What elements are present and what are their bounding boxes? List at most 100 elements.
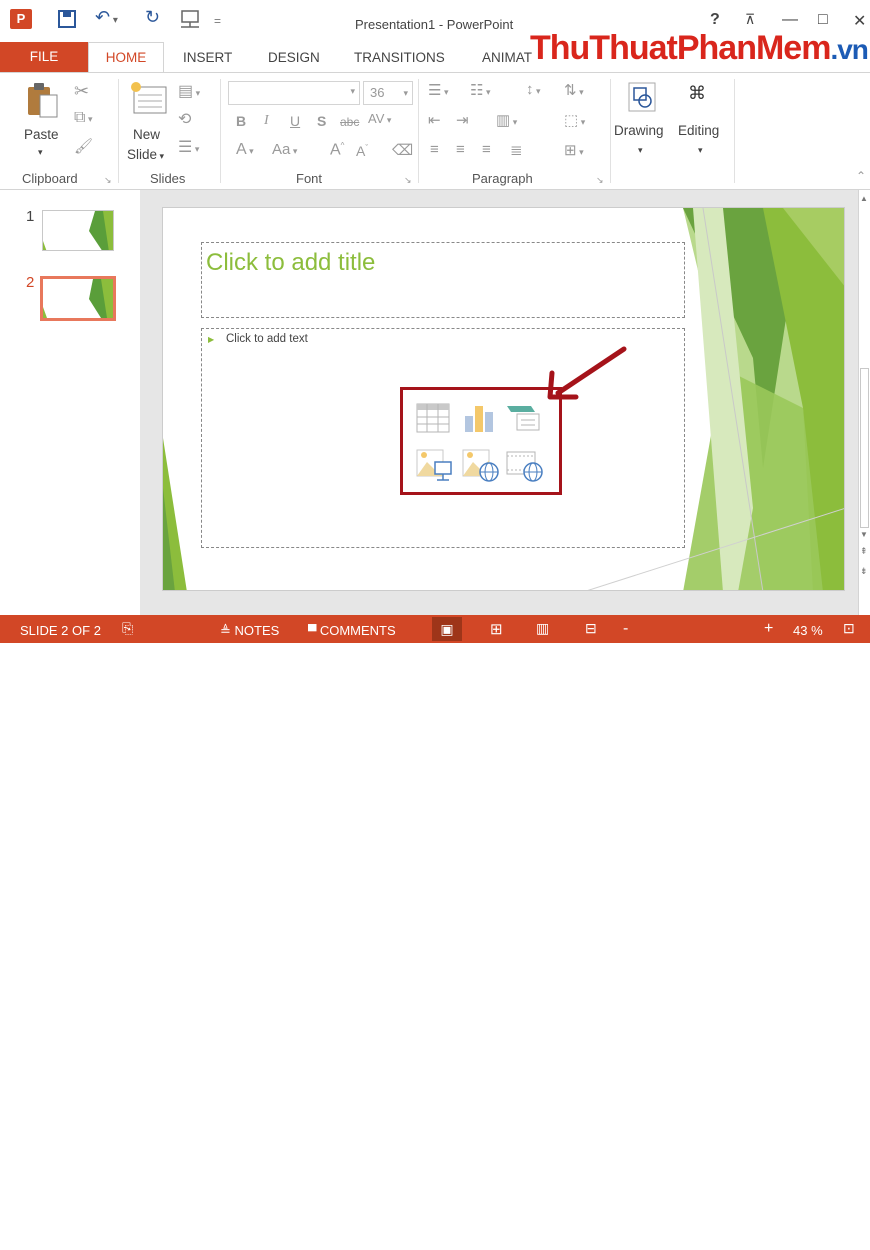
reading-view-icon[interactable]: ▥ bbox=[536, 620, 549, 637]
clear-formatting-icon[interactable]: ⌫ bbox=[392, 141, 413, 159]
window-title: Presentation1 - PowerPoint bbox=[355, 17, 514, 32]
new-slide-icon[interactable] bbox=[128, 81, 168, 120]
numbering-icon[interactable]: ☷ ▾ bbox=[470, 81, 490, 99]
highlight-box bbox=[400, 387, 562, 495]
tab-transitions[interactable]: TRANSITIONS bbox=[354, 50, 445, 65]
prev-slide-icon[interactable]: ⇞ bbox=[860, 546, 868, 557]
paragraph-launcher-icon[interactable]: ↘ bbox=[596, 175, 604, 186]
underline-button[interactable]: U bbox=[290, 113, 300, 129]
maximize-button[interactable]: □ bbox=[818, 11, 828, 29]
drawing-shapes-icon[interactable] bbox=[627, 81, 657, 116]
slide-thumbnail-pane: 1 2 bbox=[0, 190, 140, 615]
smartart-icon[interactable]: ⊞ ▾ bbox=[564, 141, 584, 159]
font-name-box[interactable]: ▾ bbox=[228, 81, 360, 105]
thumb-number-2: 2 bbox=[26, 274, 35, 291]
layout-icon[interactable]: ▤ ▾ bbox=[178, 81, 200, 101]
decrease-indent-icon[interactable]: ⇤ bbox=[428, 111, 441, 129]
font-color-button[interactable]: A ▾ bbox=[236, 141, 254, 159]
copy-icon[interactable]: ⧉ ▾ bbox=[74, 109, 92, 127]
zoom-slider[interactable] bbox=[636, 1243, 760, 1244]
insert-table-icon[interactable] bbox=[415, 400, 451, 436]
line-spacing-icon[interactable]: ↕ ▾ bbox=[526, 81, 541, 98]
scroll-thumb[interactable] bbox=[860, 368, 869, 528]
text-direction-icon[interactable]: ⇅ ▾ bbox=[564, 81, 584, 99]
align-left-icon[interactable]: ≡ bbox=[430, 141, 439, 158]
drawing-dropdown-icon[interactable]: ▾ bbox=[638, 145, 643, 156]
scroll-up-icon[interactable]: ▲ bbox=[860, 194, 868, 203]
title-placeholder[interactable]: Click to add title bbox=[201, 242, 685, 318]
paste-dropdown-icon[interactable]: ▾ bbox=[38, 147, 43, 158]
insert-chart-icon[interactable] bbox=[461, 400, 497, 436]
slide-thumbnail-2[interactable] bbox=[40, 276, 116, 321]
drawing-button[interactable]: Drawing bbox=[614, 123, 664, 138]
italic-button[interactable]: I bbox=[264, 113, 269, 129]
editing-dropdown-icon[interactable]: ▾ bbox=[698, 145, 703, 156]
ribbon-display-button[interactable]: ⊼ bbox=[745, 11, 755, 28]
justify-icon[interactable]: ≣ bbox=[510, 141, 523, 159]
insert-online-picture-icon[interactable] bbox=[461, 446, 499, 482]
help-button[interactable]: ? bbox=[710, 11, 720, 29]
zoom-out-button[interactable]: - bbox=[623, 620, 628, 638]
paste-icon[interactable] bbox=[26, 81, 60, 122]
save-icon[interactable] bbox=[58, 10, 76, 33]
slide-thumbnail-1[interactable] bbox=[42, 210, 114, 251]
reset-icon[interactable]: ⟲ bbox=[178, 109, 191, 129]
comments-button[interactable]: ▀ COMMENTS bbox=[308, 623, 396, 638]
vertical-scrollbar[interactable]: ▲ ▼ ⇞ ⇟ bbox=[858, 190, 870, 615]
font-group-label: Font bbox=[296, 171, 323, 186]
next-slide-icon[interactable]: ⇟ bbox=[860, 566, 868, 577]
collapse-ribbon-icon[interactable]: ⌃ bbox=[856, 169, 866, 183]
repeat-icon[interactable]: ↻ bbox=[145, 7, 160, 28]
align-center-icon[interactable]: ≡ bbox=[456, 141, 465, 158]
tab-file[interactable]: FILE bbox=[0, 42, 88, 72]
notes-button[interactable]: ≜ NOTES bbox=[220, 623, 279, 639]
format-painter-icon[interactable]: 🖌 bbox=[74, 137, 93, 155]
tab-animations[interactable]: ANIMAT bbox=[482, 50, 532, 65]
spell-check-icon[interactable]: ⎘ bbox=[122, 620, 133, 637]
align-text-icon[interactable]: ⬚ ▾ bbox=[564, 111, 585, 129]
shadow-button[interactable]: S bbox=[317, 113, 326, 129]
clipboard-launcher-icon[interactable]: ↘ bbox=[104, 175, 112, 186]
font-size-box[interactable]: 36 ▾ bbox=[363, 81, 413, 105]
tab-insert[interactable]: INSERT bbox=[183, 50, 232, 65]
minimize-button[interactable]: — bbox=[782, 11, 798, 29]
insert-video-icon[interactable] bbox=[505, 446, 543, 482]
bullets-icon[interactable]: ☰ ▾ bbox=[428, 81, 448, 99]
grow-font-button[interactable]: A^ bbox=[330, 141, 344, 159]
powerpoint-app-icon[interactable]: P bbox=[10, 9, 32, 29]
increase-indent-icon[interactable]: ⇥ bbox=[456, 111, 469, 129]
font-launcher-icon[interactable]: ↘ bbox=[404, 175, 412, 186]
editing-button[interactable]: Editing bbox=[678, 123, 719, 138]
insert-smartart-icon[interactable] bbox=[505, 400, 541, 436]
zoom-in-button[interactable]: + bbox=[764, 620, 773, 638]
qat-customize[interactable]: = bbox=[214, 14, 221, 28]
new-slide-dropdown[interactable]: Slide ▾ bbox=[127, 147, 164, 162]
watermark-logo: ThuThuatPhanMem.vn bbox=[530, 29, 869, 67]
zoom-level[interactable]: 43 % bbox=[793, 623, 823, 638]
normal-view-icon[interactable]: ▣ bbox=[432, 617, 462, 641]
strikethrough-button[interactable]: abc bbox=[340, 115, 359, 129]
slide-sorter-icon[interactable]: ⊞ bbox=[490, 620, 503, 638]
columns-icon[interactable]: ▥ ▾ bbox=[496, 111, 517, 129]
align-right-icon[interactable]: ≡ bbox=[482, 141, 491, 158]
scroll-down-icon[interactable]: ▼ bbox=[860, 530, 868, 539]
zoom-slider-thumb[interactable] bbox=[658, 1236, 662, 1250]
fit-to-window-icon[interactable]: ⊡ bbox=[843, 620, 855, 637]
char-spacing-button[interactable]: AV ▾ bbox=[368, 111, 391, 126]
undo-icon[interactable]: ↶ ▾ bbox=[95, 7, 118, 28]
tab-design[interactable]: DESIGN bbox=[268, 50, 320, 65]
slide-canvas[interactable]: Click to add title ▶ Click to add text bbox=[162, 207, 845, 591]
bold-button[interactable]: B bbox=[236, 113, 246, 129]
change-case-button[interactable]: Aa ▾ bbox=[272, 141, 297, 158]
slides-group-label: Slides bbox=[150, 171, 186, 186]
shrink-font-button[interactable]: Aˇ bbox=[356, 143, 368, 159]
tab-home[interactable]: HOME bbox=[88, 42, 164, 73]
cut-icon[interactable]: ✂ bbox=[74, 81, 89, 102]
present-icon[interactable] bbox=[180, 10, 202, 33]
paste-button[interactable]: Paste bbox=[24, 127, 59, 142]
insert-picture-icon[interactable] bbox=[415, 446, 452, 482]
section-icon[interactable]: ☰ ▾ bbox=[178, 137, 199, 157]
slideshow-icon[interactable]: ⊟ bbox=[585, 620, 597, 637]
binoculars-icon[interactable]: ⌘ bbox=[688, 83, 706, 104]
new-slide-button[interactable]: New bbox=[133, 127, 160, 142]
